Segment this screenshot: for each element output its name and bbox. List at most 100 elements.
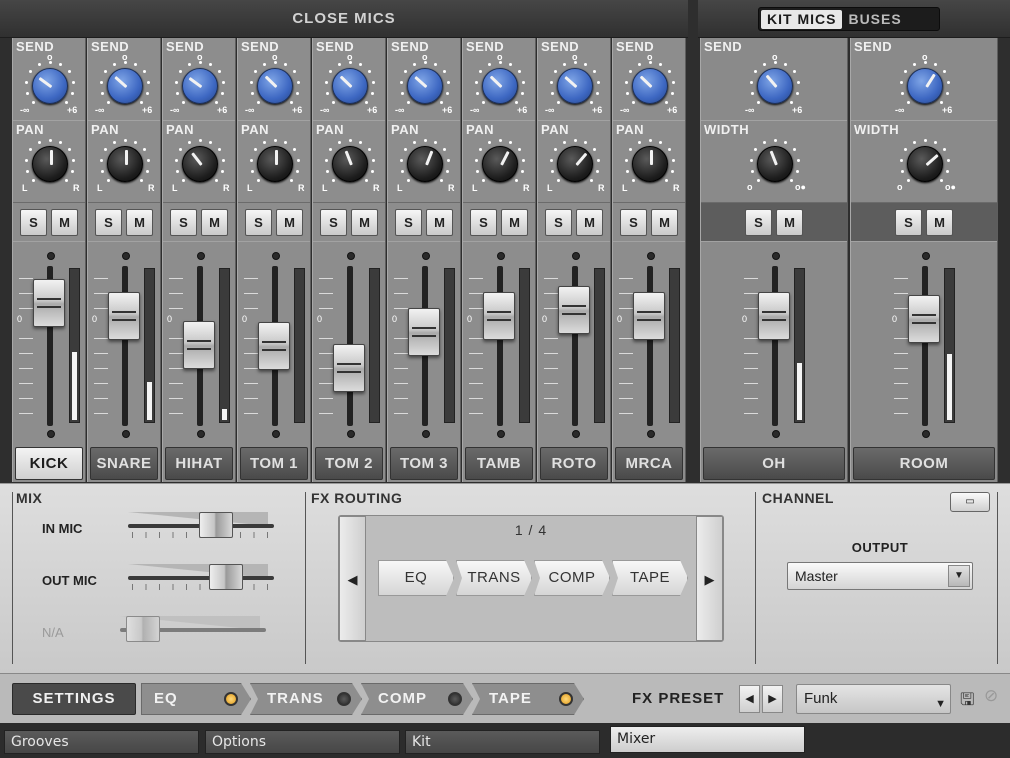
mute-button[interactable]: M (201, 209, 228, 236)
volume-fader[interactable]: 0 (238, 248, 312, 446)
solo-button[interactable]: S (470, 209, 497, 236)
channel-config-icon[interactable]: ▭ (950, 492, 990, 512)
tab-mixer[interactable]: Mixer (610, 726, 805, 753)
volume-fader[interactable]: 0 (88, 248, 162, 446)
pan-knob[interactable] (32, 146, 68, 182)
fader-handle[interactable] (33, 279, 65, 327)
mute-button[interactable]: M (351, 209, 378, 236)
solo-button[interactable]: S (545, 209, 572, 236)
volume-fader[interactable]: 0 (888, 248, 962, 446)
solo-button[interactable]: S (745, 209, 772, 236)
channel-name-button[interactable]: MRCA (615, 447, 683, 480)
out-mic-slider[interactable] (128, 564, 278, 592)
pan-knob[interactable] (482, 146, 518, 182)
volume-fader[interactable]: 0 (463, 248, 537, 446)
eq-led-icon[interactable] (224, 692, 238, 706)
fx-chain-comp[interactable]: COMP (534, 560, 610, 596)
fx-tab-tape[interactable]: TAPE (472, 683, 584, 715)
pan-knob[interactable] (407, 146, 443, 182)
fader-handle[interactable] (333, 344, 365, 392)
send-knob[interactable] (332, 68, 368, 104)
mute-button[interactable]: M (51, 209, 78, 236)
volume-fader[interactable]: 0 (13, 248, 87, 446)
channel-name-button[interactable]: ROTO (540, 447, 608, 480)
tab-buses[interactable]: BUSES (842, 10, 907, 29)
solo-button[interactable]: S (95, 209, 122, 236)
send-knob[interactable] (632, 68, 668, 104)
channel-name-button[interactable]: KICK (15, 447, 83, 480)
fader-handle[interactable] (408, 307, 440, 356)
mute-button[interactable]: M (926, 209, 953, 236)
out-mic-slider-handle[interactable] (208, 564, 243, 590)
channel-name-button[interactable]: OH (703, 447, 845, 480)
mute-button[interactable]: M (651, 209, 678, 236)
fader-handle[interactable] (908, 294, 940, 343)
send-knob[interactable] (907, 68, 943, 104)
send-knob[interactable] (757, 68, 793, 104)
trans-led-icon[interactable] (337, 692, 351, 706)
tab-kit[interactable]: Kit (405, 730, 600, 754)
channel-name-button[interactable]: TAMB (465, 447, 533, 480)
width-knob[interactable] (907, 146, 943, 182)
fx-tab-trans[interactable]: TRANS (250, 683, 362, 715)
channel-name-button[interactable]: TOM 2 (315, 447, 383, 480)
solo-button[interactable]: S (170, 209, 197, 236)
mute-button[interactable]: M (426, 209, 453, 236)
fx-chain-eq[interactable]: EQ (378, 560, 454, 596)
solo-button[interactable]: S (245, 209, 272, 236)
fader-handle[interactable] (108, 292, 140, 340)
mute-button[interactable]: M (576, 209, 603, 236)
volume-fader[interactable]: 0 (313, 248, 387, 446)
tab-kit-mics[interactable]: KIT MICS (761, 9, 843, 29)
send-knob[interactable] (557, 68, 593, 104)
channel-name-button[interactable]: ROOM (853, 447, 995, 480)
in-mic-slider-handle[interactable] (198, 512, 233, 538)
pan-knob[interactable] (332, 146, 368, 182)
preset-next-button[interactable]: ▶ (762, 685, 783, 713)
solo-button[interactable]: S (620, 209, 647, 236)
pan-knob[interactable] (107, 146, 143, 182)
mute-button[interactable]: M (501, 209, 528, 236)
width-knob[interactable] (757, 146, 793, 182)
settings-button[interactable]: SETTINGS (12, 683, 136, 715)
save-icon[interactable]: 🖫 (960, 687, 974, 716)
output-select[interactable]: Master ▼ (787, 562, 973, 590)
fader-handle[interactable] (558, 285, 590, 334)
fx-tab-comp[interactable]: COMP (361, 683, 473, 715)
fader-handle[interactable] (183, 320, 215, 369)
send-knob[interactable] (182, 68, 218, 104)
preset-prev-button[interactable]: ◀ (739, 685, 760, 713)
fader-handle[interactable] (758, 292, 790, 340)
fx-chain-trans[interactable]: TRANS (456, 560, 532, 596)
fx-chain-tape[interactable]: TAPE (612, 560, 688, 596)
pan-knob[interactable] (257, 146, 293, 182)
volume-fader[interactable]: 0 (388, 248, 462, 446)
send-knob[interactable] (257, 68, 293, 104)
fx-routing-next-button[interactable]: ▶ (696, 516, 723, 641)
channel-name-button[interactable]: TOM 1 (240, 447, 308, 480)
fader-handle[interactable] (633, 292, 665, 340)
in-mic-slider[interactable] (128, 512, 278, 540)
volume-fader[interactable]: 0 (738, 248, 812, 446)
fx-preset-select[interactable]: Funk ▼ (796, 684, 951, 714)
send-knob[interactable] (32, 68, 68, 104)
delete-icon[interactable]: ⊘ (984, 686, 998, 706)
solo-button[interactable]: S (895, 209, 922, 236)
mute-button[interactable]: M (776, 209, 803, 236)
channel-name-button[interactable]: HIHAT (165, 447, 233, 480)
fader-handle[interactable] (483, 292, 515, 340)
fader-handle[interactable] (258, 321, 290, 370)
solo-button[interactable]: S (20, 209, 47, 236)
pan-knob[interactable] (557, 146, 593, 182)
send-knob[interactable] (107, 68, 143, 104)
send-knob[interactable] (482, 68, 518, 104)
pan-knob[interactable] (632, 146, 668, 182)
mute-button[interactable]: M (126, 209, 153, 236)
fx-tab-eq[interactable]: EQ (141, 683, 251, 715)
channel-name-button[interactable]: SNARE (90, 447, 158, 480)
pan-knob[interactable] (182, 146, 218, 182)
volume-fader[interactable]: 0 (613, 248, 687, 446)
volume-fader[interactable]: 0 (538, 248, 612, 446)
comp-led-icon[interactable] (448, 692, 462, 706)
tab-options[interactable]: Options (205, 730, 400, 754)
